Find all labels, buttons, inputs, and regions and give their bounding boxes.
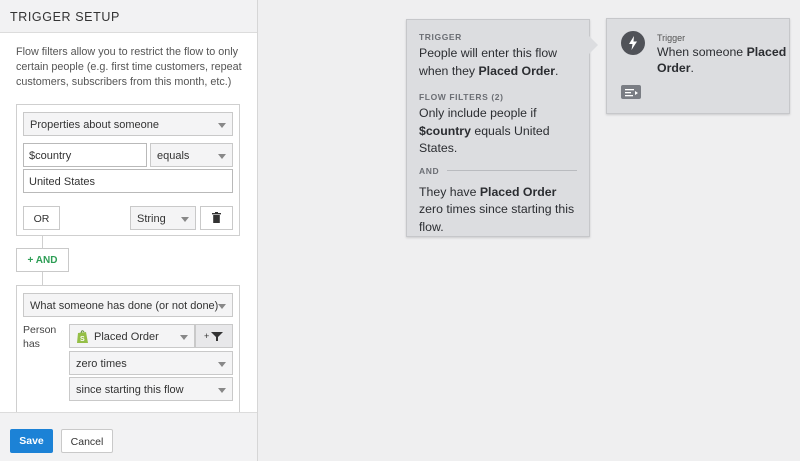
chevron-down-icon — [218, 304, 226, 309]
add-filter-button[interactable]: + — [195, 324, 233, 348]
lightning-bolt-icon — [621, 31, 645, 55]
condition-type-label: Properties about someone — [30, 119, 160, 131]
condition-type-label-2: What someone has done (or not done) — [30, 300, 219, 312]
filter2-suffix: zero times since starting this flow. — [419, 202, 575, 234]
cancel-button[interactable]: Cancel — [61, 429, 113, 453]
filters-caption: FLOW FILTERS (2) — [419, 92, 504, 102]
filter2-prefix: They have — [419, 184, 477, 199]
property-input[interactable]: $country — [23, 143, 147, 167]
timeframe-label: since starting this flow — [76, 384, 184, 396]
filter-group-behavior: What someone has done (or not done) Pers… — [16, 285, 240, 425]
notes-icon[interactable] — [621, 85, 641, 99]
chevron-down-icon — [218, 388, 226, 393]
delete-condition-button[interactable] — [200, 206, 233, 230]
condition-type-select[interactable]: Properties about someone — [23, 112, 233, 136]
trigger-setup-panel: TRIGGER SETUP Flow filters allow you to … — [0, 0, 258, 461]
operator-select[interactable]: equals — [150, 143, 233, 167]
datatype-label: String — [137, 213, 166, 225]
event-select[interactable]: S Placed Order — [69, 324, 195, 348]
event-label: Placed Order — [94, 331, 159, 343]
panel-footer: Save Cancel — [0, 412, 257, 461]
timeframe-select[interactable]: since starting this flow — [69, 377, 233, 401]
and-divider: AND — [419, 166, 577, 176]
chevron-down-icon — [180, 335, 188, 340]
filter-group-properties: Properties about someone $country equals… — [16, 104, 240, 236]
and-connector-bottom — [42, 272, 43, 285]
chevron-down-icon — [218, 123, 226, 128]
filter2-event: Placed Order — [479, 184, 557, 199]
value-input[interactable]: United States — [23, 169, 233, 193]
filter1-property: $country — [419, 123, 471, 138]
trigger-summary-event: Placed Order — [478, 63, 556, 78]
divider-line — [447, 170, 577, 171]
operator-label: equals — [157, 150, 190, 162]
trigger-caption: TRIGGER — [419, 32, 462, 42]
and-button-label: AND — [35, 255, 58, 266]
filter1-prefix: Only include people if — [419, 106, 537, 120]
frequency-label: zero times — [76, 358, 127, 370]
and-button[interactable]: + AND — [16, 248, 69, 272]
filter1-summary: Only include people if $country equals U… — [419, 105, 577, 158]
and-caption: AND — [419, 165, 440, 176]
svg-text:+: + — [204, 331, 209, 341]
flow-summary-card[interactable]: TRIGGER People will enter this flow when… — [406, 19, 598, 237]
shopify-icon: S — [77, 330, 88, 343]
save-button[interactable]: Save — [10, 429, 53, 453]
trigger-node-prefix: When someone — [657, 45, 744, 59]
svg-text:S: S — [80, 336, 85, 343]
and-connector-top — [42, 236, 43, 248]
trigger-node-text: When someone Placed Order. — [657, 45, 787, 75]
add-filter-icon: + — [204, 331, 223, 341]
or-button[interactable]: OR — [23, 206, 60, 230]
filter2-summary: They have Placed Order zero times since … — [419, 184, 577, 237]
trigger-node-caption: Trigger — [657, 33, 686, 43]
intro-text: Flow filters allow you to restrict the f… — [16, 46, 242, 88]
datatype-select[interactable]: String — [130, 206, 196, 230]
chevron-down-icon — [218, 362, 226, 367]
trigger-node[interactable]: Trigger When someone Placed Order. — [606, 18, 790, 114]
panel-title: TRIGGER SETUP — [0, 0, 257, 33]
chevron-down-icon — [218, 154, 226, 159]
condition-type-select-2[interactable]: What someone has done (or not done) — [23, 293, 233, 317]
trash-icon — [212, 212, 221, 223]
chevron-down-icon — [181, 217, 189, 222]
trigger-summary: People will enter this flow when they Pl… — [419, 46, 559, 78]
person-has-label: Person has — [23, 324, 57, 350]
frequency-select[interactable]: zero times — [69, 351, 233, 375]
plus-icon: + — [27, 255, 34, 266]
